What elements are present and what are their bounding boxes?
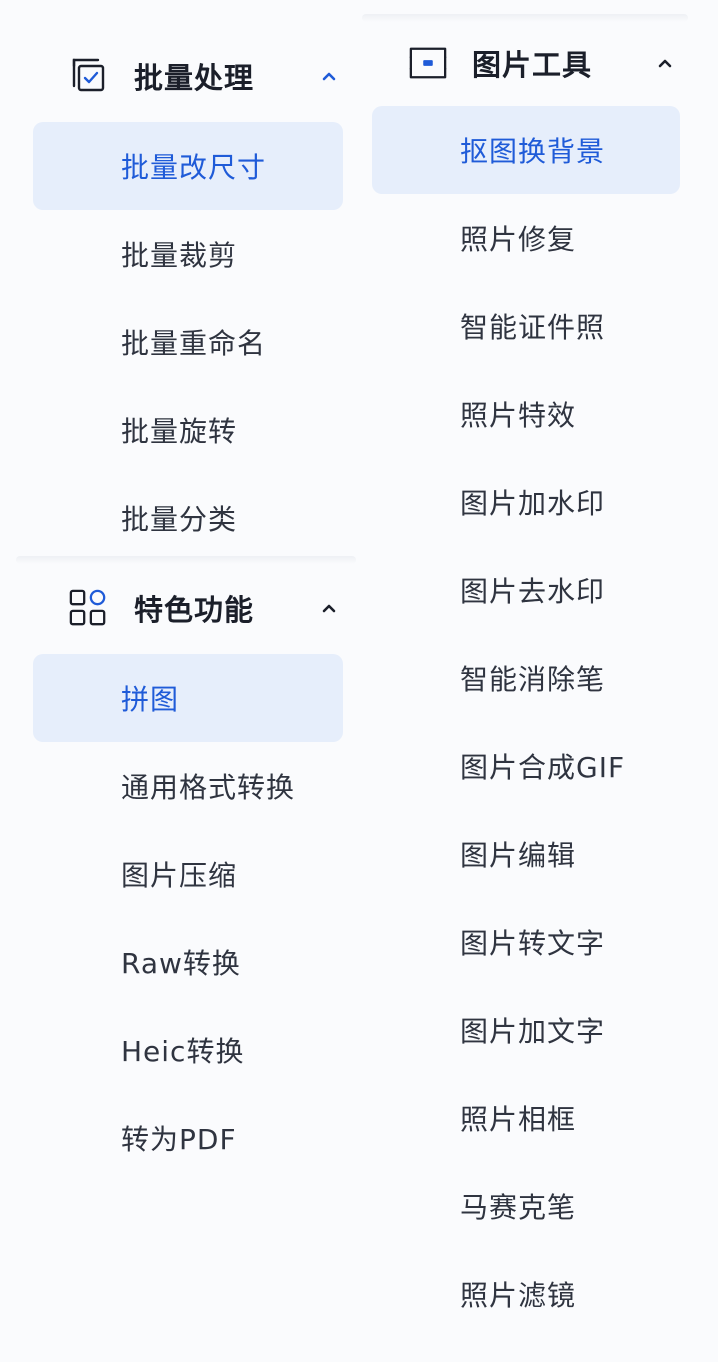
menu-item-label: 批量改尺寸 — [121, 151, 267, 184]
grid-icon — [68, 588, 108, 628]
right-panel: 图片工具 抠图换背景 照片修复 智能证件照 照片特效 图片加水印 图片去水印 智… — [362, 20, 692, 1338]
menu-item-label: 照片特效 — [460, 399, 577, 432]
menu-item-add-watermark[interactable]: 图片加水印 — [372, 458, 680, 546]
menu-item-to-pdf[interactable]: 转为PDF — [33, 1094, 343, 1182]
menu-item-remove-watermark[interactable]: 图片去水印 — [372, 546, 680, 634]
section-divider — [16, 556, 356, 564]
menu-item-label: 图片加水印 — [460, 487, 606, 520]
menu-item-label: 图片编辑 — [460, 839, 577, 872]
menu-item-label: 照片滤镜 — [460, 1279, 577, 1312]
menu-item-cutout-background[interactable]: 抠图换背景 — [372, 106, 680, 194]
section-header-image-tools[interactable]: 图片工具 — [362, 20, 692, 106]
menu-item-label: 智能消除笔 — [460, 663, 606, 696]
menu-item-label: 批量分类 — [121, 503, 238, 536]
menu-item-batch-rotate[interactable]: 批量旋转 — [33, 386, 343, 474]
menu-item-image-to-text[interactable]: 图片转文字 — [372, 898, 680, 986]
chevron-up-icon[interactable] — [318, 65, 340, 87]
menu-item-label: 转为PDF — [121, 1123, 237, 1156]
menu-item-smart-eraser[interactable]: 智能消除笔 — [372, 634, 680, 722]
menu-item-raw-convert[interactable]: Raw转换 — [33, 918, 343, 1006]
section-title-image-tools: 图片工具 — [472, 48, 593, 82]
menu-item-collage[interactable]: 拼图 — [33, 654, 343, 742]
menu-item-label: 照片相框 — [460, 1103, 577, 1136]
menu-item-label: 抠图换背景 — [460, 135, 606, 168]
menu-item-add-text[interactable]: 图片加文字 — [372, 986, 680, 1074]
chevron-up-icon[interactable] — [318, 597, 340, 619]
section-header-features[interactable]: 特色功能 — [10, 562, 358, 654]
batch-copy-icon — [68, 56, 108, 96]
menu-item-photo-repair[interactable]: 照片修复 — [372, 194, 680, 282]
menu-item-batch-resize[interactable]: 批量改尺寸 — [33, 122, 343, 210]
menu-item-photo-frame[interactable]: 照片相框 — [372, 1074, 680, 1162]
menu-item-label: 照片修复 — [460, 223, 577, 256]
chevron-up-icon[interactable] — [654, 52, 676, 74]
menu-item-photo-effects[interactable]: 照片特效 — [372, 370, 680, 458]
section-header-batch[interactable]: 批量处理 — [10, 30, 358, 122]
menu-item-id-photo[interactable]: 智能证件照 — [372, 282, 680, 370]
menu-item-image-edit[interactable]: 图片编辑 — [372, 810, 680, 898]
menu-item-heic-convert[interactable]: Heic转换 — [33, 1006, 343, 1094]
menu-item-batch-classify[interactable]: 批量分类 — [33, 474, 343, 562]
section-title-batch: 批量处理 — [134, 61, 255, 95]
menu-item-batch-crop[interactable]: 批量裁剪 — [33, 210, 343, 298]
menu-item-label: 马赛克笔 — [460, 1191, 577, 1224]
menu-item-label: 批量裁剪 — [121, 239, 238, 272]
menu-item-label: 图片压缩 — [121, 859, 238, 892]
menu-item-label: 图片转文字 — [460, 927, 606, 960]
menu-item-batch-rename[interactable]: 批量重命名 — [33, 298, 343, 386]
image-frame-icon — [408, 43, 448, 83]
left-panel: 批量处理 批量改尺寸 批量裁剪 批量重命名 批量旋转 批量分类 特色功能 拼图 … — [10, 30, 358, 1182]
section-title-features: 特色功能 — [134, 593, 255, 627]
menu-item-image-compress[interactable]: 图片压缩 — [33, 830, 343, 918]
menu-item-label: 拼图 — [121, 683, 180, 716]
menu-item-photo-filter[interactable]: 照片滤镜 — [372, 1250, 680, 1338]
menu-item-label: 批量旋转 — [121, 415, 238, 448]
menu-item-format-convert[interactable]: 通用格式转换 — [33, 742, 343, 830]
menu-item-label: Heic转换 — [121, 1035, 245, 1068]
menu-item-make-gif[interactable]: 图片合成GIF — [372, 722, 680, 810]
menu-item-label: 图片加文字 — [460, 1015, 606, 1048]
menu-item-label: 图片去水印 — [460, 575, 606, 608]
menu-item-label: 图片合成GIF — [460, 751, 626, 784]
menu-item-mosaic-brush[interactable]: 马赛克笔 — [372, 1162, 680, 1250]
menu-item-label: Raw转换 — [121, 947, 241, 980]
menu-item-label: 通用格式转换 — [121, 771, 296, 804]
menu-item-label: 批量重命名 — [121, 327, 267, 360]
menu-item-label: 智能证件照 — [460, 311, 606, 344]
